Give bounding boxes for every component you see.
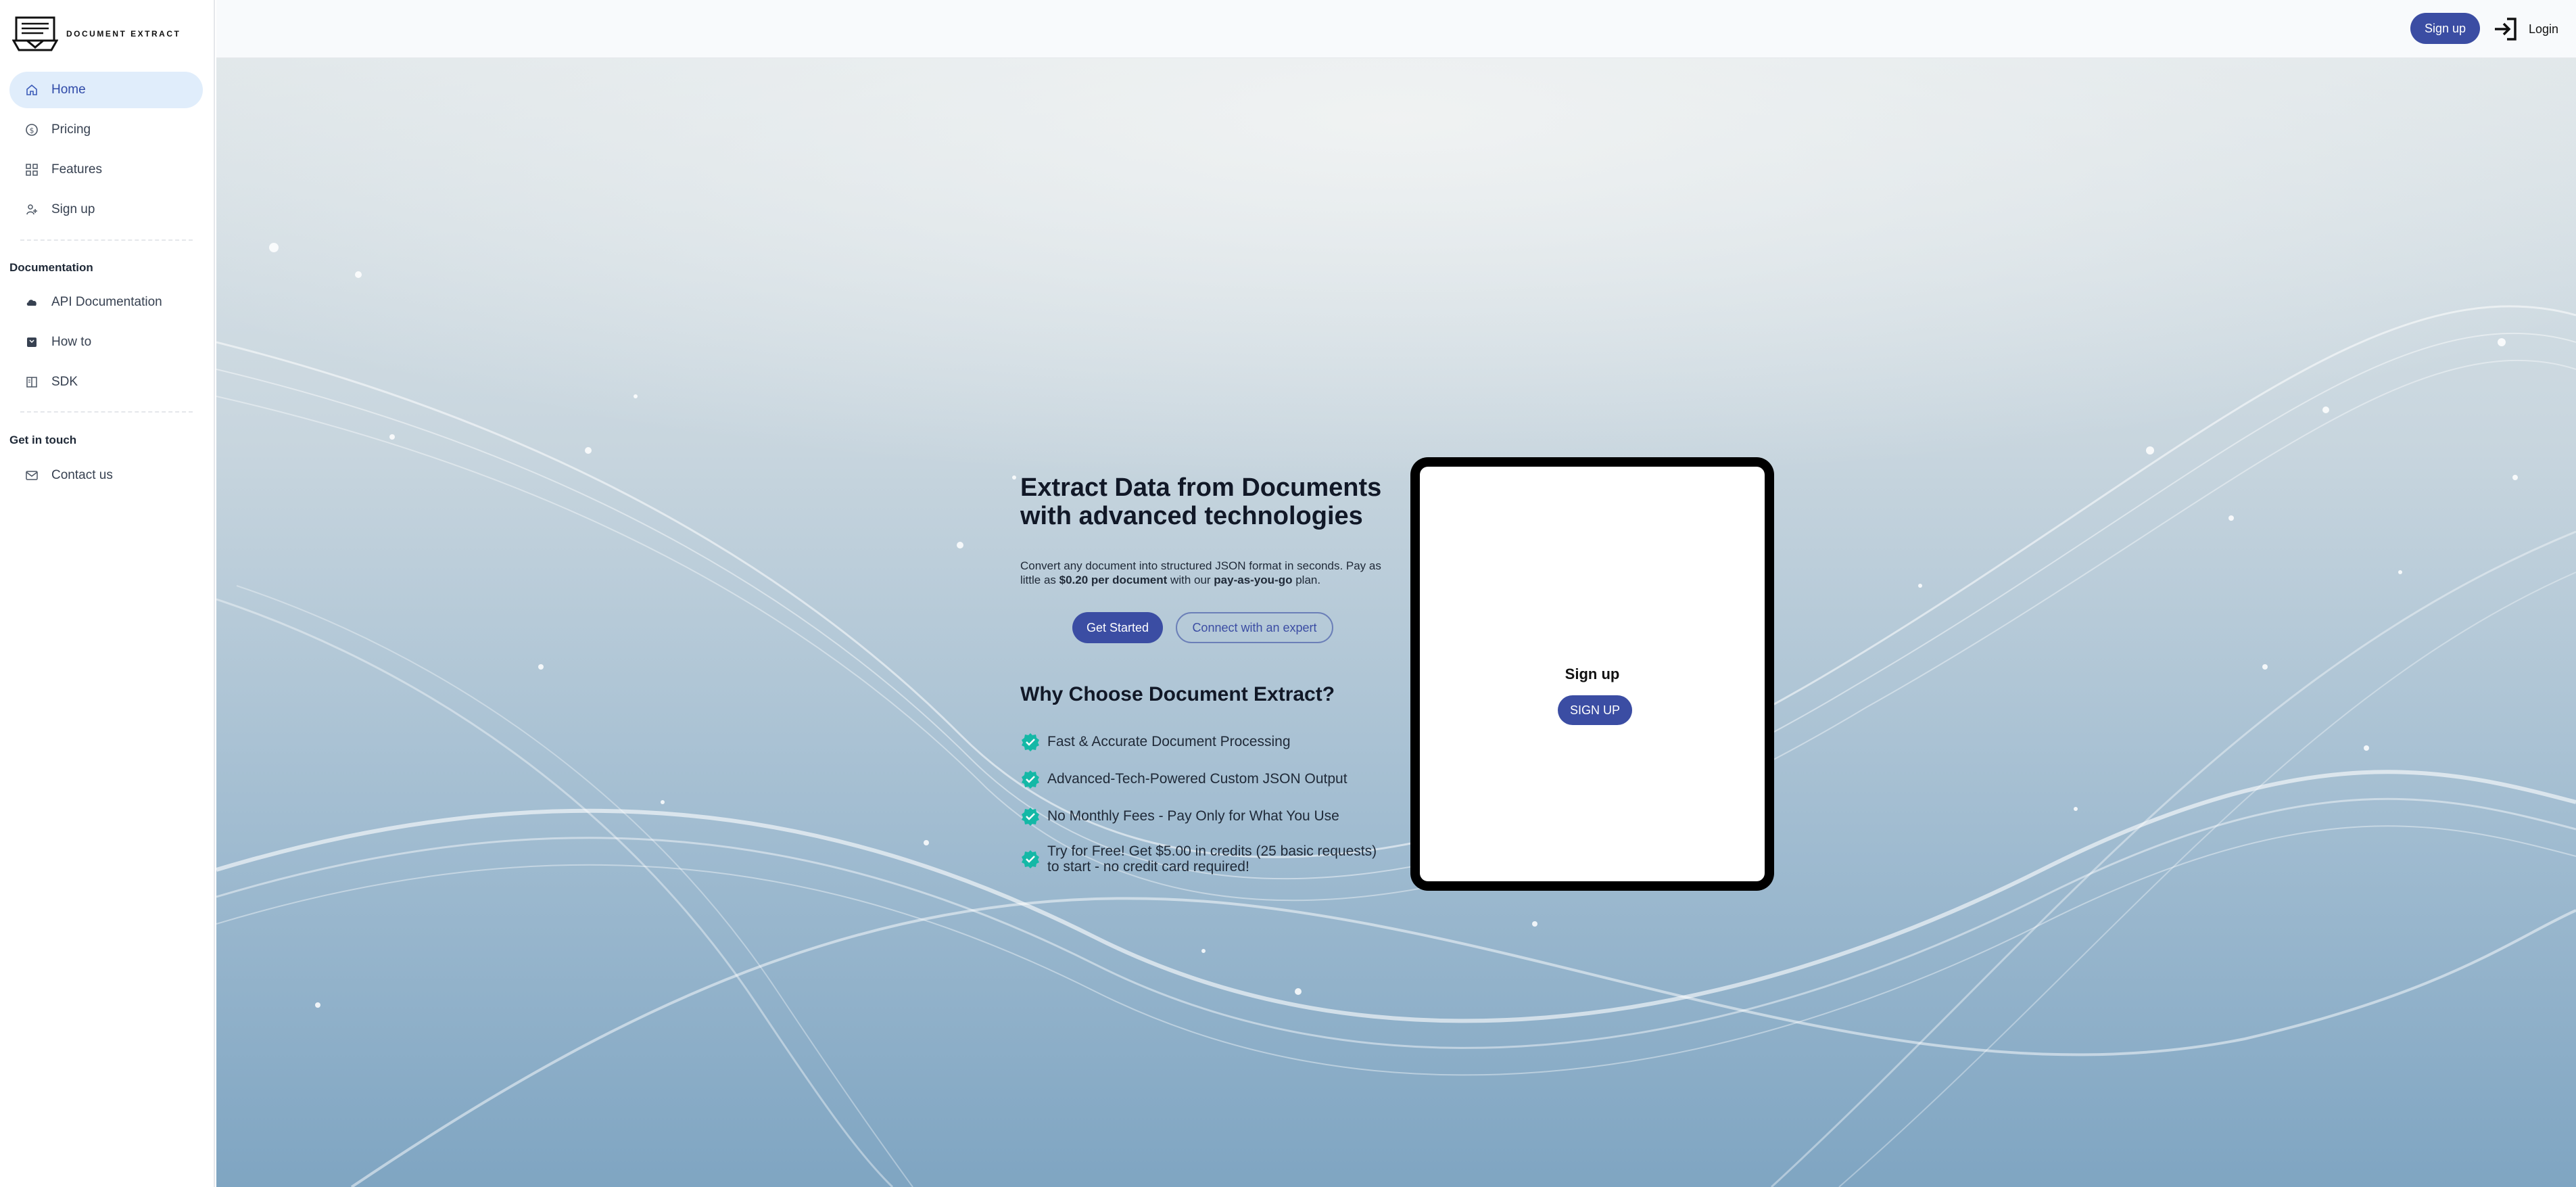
mail-icon: [24, 468, 39, 483]
hero-headline: Extract Data from Documents with advance…: [1020, 473, 1382, 530]
feature-item: Advanced-Tech-Powered Custom JSON Output: [1020, 769, 1399, 789]
sidebar-item-label: Contact us: [51, 468, 113, 482]
feature-item: Try for Free! Get $5.00 in credits (25 b…: [1020, 843, 1399, 875]
feature-text: Try for Free! Get $5.00 in credits (25 b…: [1047, 843, 1377, 875]
sidebar-item-sdk[interactable]: SDK: [9, 364, 203, 400]
get-started-button[interactable]: Get Started: [1072, 612, 1163, 643]
login-label: Login: [2528, 22, 2558, 36]
feature-list: Fast & Accurate Document Processing Adva…: [1020, 732, 1399, 891]
sidebar-item-home[interactable]: Home: [9, 72, 203, 108]
book-icon: [24, 335, 39, 350]
sidebar-item-label: Sign up: [51, 202, 95, 216]
why-choose-heading: Why Choose Document Extract?: [1020, 683, 1335, 705]
signup-card-button[interactable]: SIGN UP: [1558, 695, 1632, 725]
brand-logo[interactable]: DOCUMENT EXTRACT: [12, 15, 181, 53]
sidebar-divider: [20, 239, 193, 241]
desc-text: plan.: [1292, 574, 1321, 586]
person-add-icon: [24, 202, 39, 217]
desc-plan: pay-as-you-go: [1214, 574, 1293, 586]
sidebar-item-label: Home: [51, 83, 86, 97]
svg-text:$: $: [30, 126, 34, 135]
sidebar-item-label: How to: [51, 335, 92, 349]
check-badge-icon: [1022, 770, 1039, 789]
grid-icon: [24, 162, 39, 177]
signup-card-screen: Sign up SIGN UP: [1420, 467, 1765, 881]
cloud-icon: [24, 295, 39, 310]
sidebar-item-how-to[interactable]: How to: [9, 324, 203, 360]
documentation-section-title: Documentation: [9, 261, 93, 274]
top-bar: Sign up Login: [216, 0, 2576, 58]
sidebar-item-contact-us[interactable]: Contact us: [9, 457, 203, 494]
wave-background-image: [216, 58, 2576, 1187]
sidebar-item-label: API Documentation: [51, 295, 162, 309]
check-badge-icon: [1022, 808, 1039, 826]
sidebar-item-label: Pricing: [51, 122, 91, 137]
feature-text: Advanced-Tech-Powered Custom JSON Output: [1047, 771, 1347, 787]
sidebar-item-label: SDK: [51, 375, 78, 389]
sidebar-item-api-documentation[interactable]: API Documentation: [9, 284, 203, 321]
login-button[interactable]: Login: [2492, 12, 2558, 46]
sidebar: DOCUMENT EXTRACT Home $ Pricing Features…: [0, 0, 215, 1187]
feature-item: No Monthly Fees - Pay Only for What You …: [1020, 806, 1399, 827]
sidebar-item-signup[interactable]: Sign up: [9, 191, 203, 228]
connect-expert-button[interactable]: Connect with an expert: [1176, 612, 1333, 643]
document-extract-logo-icon: [12, 16, 58, 51]
brand-name: DOCUMENT EXTRACT: [66, 29, 181, 39]
main-nav: Home $ Pricing Features Sign up: [9, 72, 203, 231]
hero-description: Convert any document into structured JSO…: [1020, 559, 1385, 587]
documentation-nav: API Documentation How to SDK: [9, 284, 203, 404]
desc-price: $0.20 per document: [1059, 574, 1168, 586]
signup-card-title: Sign up: [1565, 666, 1620, 682]
feature-item: Fast & Accurate Document Processing: [1020, 732, 1399, 752]
signup-button[interactable]: Sign up: [2410, 13, 2480, 44]
sidebar-divider: [20, 411, 193, 413]
feature-text: No Monthly Fees - Pay Only for What You …: [1047, 808, 1339, 824]
desc-text: with our: [1167, 574, 1214, 586]
check-badge-icon: [1022, 733, 1039, 751]
feature-text: Fast & Accurate Document Processing: [1047, 734, 1291, 749]
login-icon: [2494, 18, 2517, 41]
home-icon: [24, 83, 39, 97]
book-open-icon: [24, 375, 39, 390]
contact-section-title: Get in touch: [9, 434, 77, 446]
sidebar-item-pricing[interactable]: $ Pricing: [9, 112, 203, 148]
sidebar-item-features[interactable]: Features: [9, 152, 203, 188]
hero-section: Extract Data from Documents with advance…: [216, 58, 2576, 1187]
contact-nav: Contact us: [9, 457, 203, 497]
sidebar-item-label: Features: [51, 162, 102, 177]
signup-card: Sign up SIGN UP: [1410, 457, 1774, 891]
dollar-circle-icon: $: [24, 122, 39, 137]
check-badge-icon: [1022, 850, 1039, 868]
